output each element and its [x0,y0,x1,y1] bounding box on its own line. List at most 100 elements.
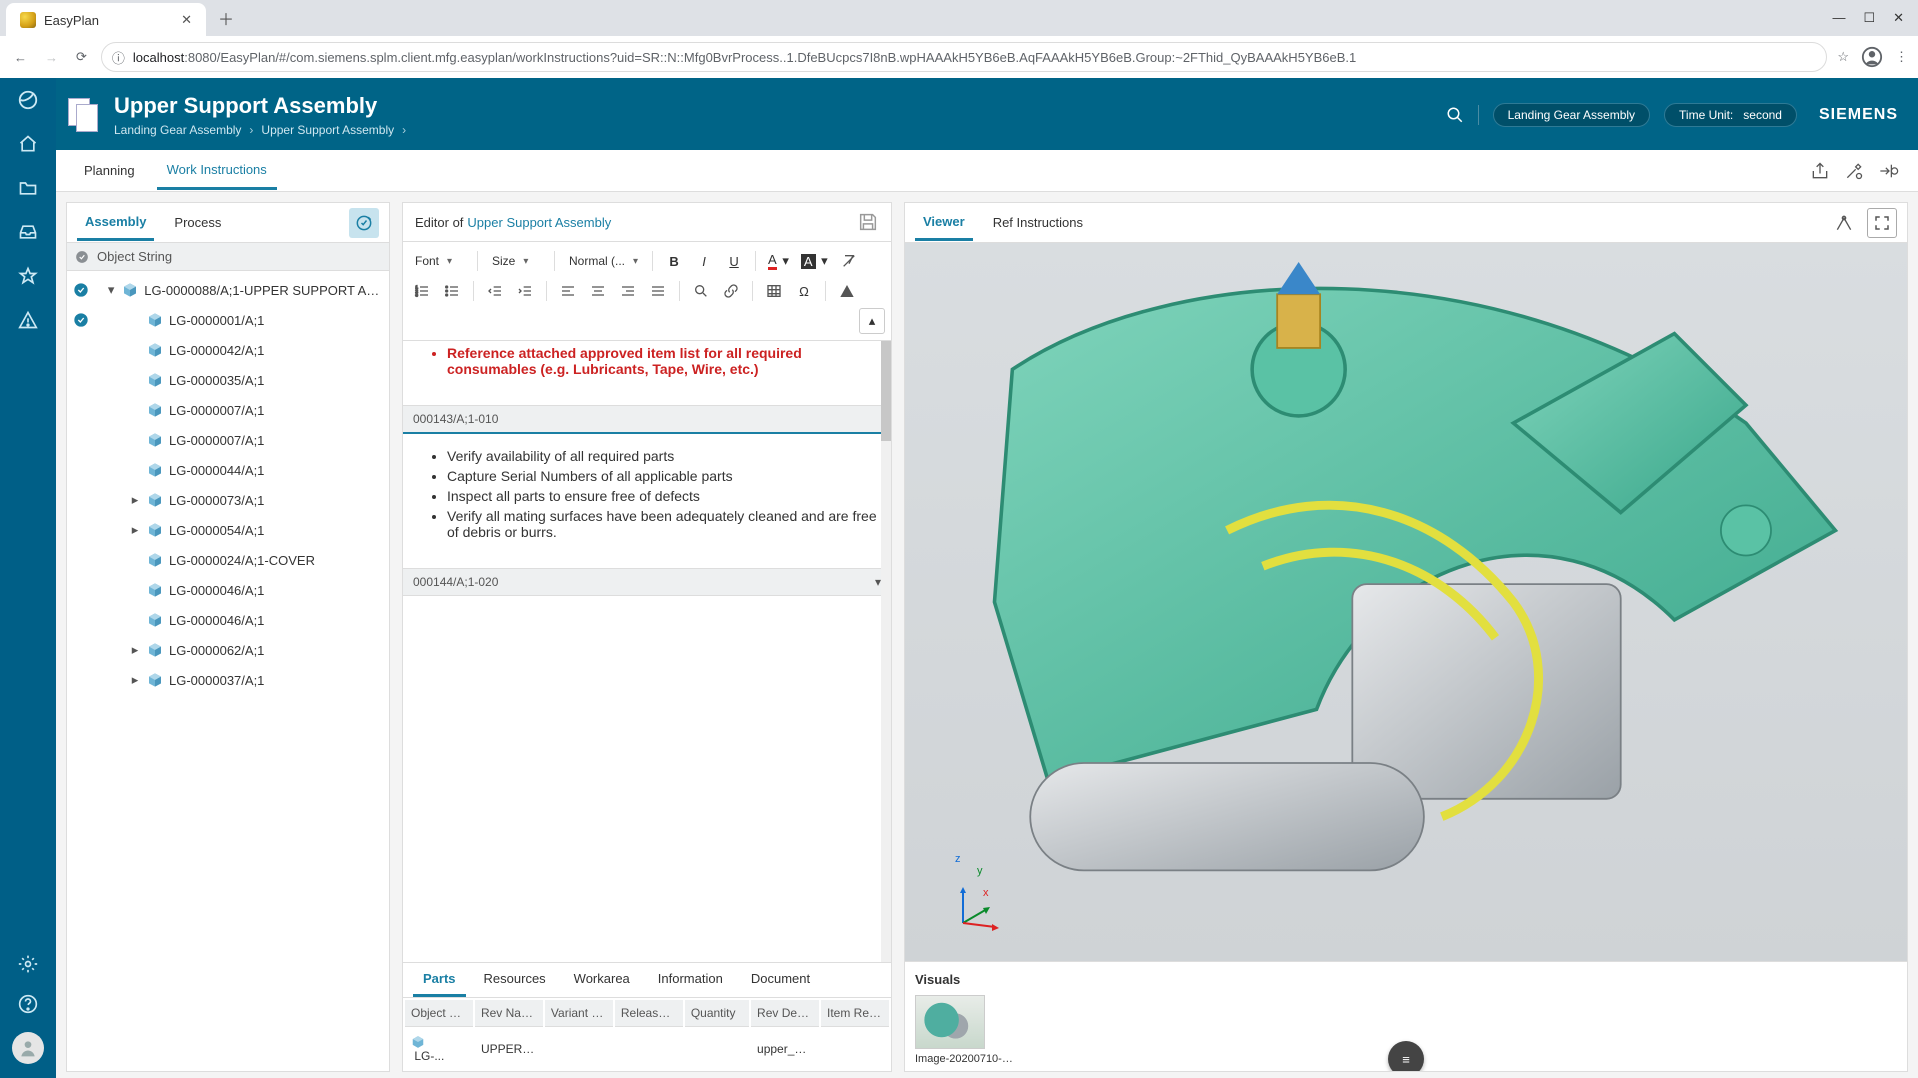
tree-row[interactable]: LG-0000035/A;1 [67,365,389,395]
warning-insert-button[interactable] [834,278,860,304]
tab-workarea[interactable]: Workarea [564,963,640,997]
align-justify-button[interactable] [645,278,671,304]
teamcenter-icon[interactable] [16,88,40,112]
column-header[interactable]: Object Str... [405,1000,473,1027]
home-icon[interactable] [16,132,40,156]
text-color-button[interactable]: A ▾ [764,248,793,274]
reload-icon[interactable]: ⟳ [72,45,91,69]
close-window-icon[interactable]: ✕ [1893,10,1904,26]
3d-viewer[interactable]: zyx [905,243,1907,961]
align-left-button[interactable] [555,278,581,304]
fullscreen-icon[interactable] [1867,208,1897,238]
tab-information[interactable]: Information [648,963,733,997]
search-icon[interactable] [1446,106,1464,124]
tab-document[interactable]: Document [741,963,820,997]
maximize-icon[interactable]: ☐ [1863,10,1875,26]
italic-button[interactable]: I [691,248,717,274]
column-header[interactable]: Release S... [615,1000,683,1027]
favorites-icon[interactable] [16,264,40,288]
column-header[interactable]: Rev Descr... [751,1000,819,1027]
tab-work-instructions[interactable]: Work Instructions [157,152,277,190]
share-icon[interactable] [1810,161,1830,181]
kebab-icon[interactable]: ⋮ [1895,49,1908,65]
close-icon[interactable]: ✕ [181,12,192,28]
settings-icon[interactable] [16,952,40,976]
folder-icon[interactable] [16,176,40,200]
tree[interactable]: ▾LG-0000088/A;1-UPPER SUPPORT ASSEMBLYLG… [67,271,389,1071]
chevron-right-icon[interactable]: ▸ [129,522,141,538]
tree-row[interactable]: LG-0000024/A;1-COVER [67,545,389,575]
table-button[interactable] [761,278,787,304]
align-right-button[interactable] [615,278,641,304]
link-button[interactable] [718,278,744,304]
tree-row[interactable]: ▸LG-0000073/A;1 [67,485,389,515]
breadcrumb-item[interactable]: Landing Gear Assembly [114,123,241,137]
tree-row[interactable]: LG-0000042/A;1 [67,335,389,365]
tree-row[interactable]: LG-0000007/A;1 [67,395,389,425]
tab-ref-instructions[interactable]: Ref Instructions [985,206,1091,239]
context-pill[interactable]: Landing Gear Assembly [1493,103,1650,127]
align-center-button[interactable] [585,278,611,304]
column-header[interactable]: Item Revi... [821,1000,889,1027]
chevron-right-icon[interactable]: ▸ [129,642,141,658]
tree-row[interactable]: LG-0000007/A;1 [67,425,389,455]
tree-row[interactable]: ▸LG-0000062/A;1 [67,635,389,665]
tab-planning[interactable]: Planning [74,153,145,188]
scrollbar-thumb[interactable] [881,341,891,441]
clear-format-button[interactable] [836,248,862,274]
paragraph-style-select[interactable]: Normal (... [563,250,644,272]
time-unit-pill[interactable]: Time Unit: second [1664,103,1797,127]
back-icon[interactable]: ← [10,46,31,69]
tree-row[interactable]: LG-0000046/A;1 [67,575,389,605]
address-bar[interactable]: ⓘ localhost:8080/EasyPlan/#/com.siemens.… [101,42,1827,72]
inbox-icon[interactable] [16,220,40,244]
column-header[interactable]: Quantity [685,1000,749,1027]
unordered-list-button[interactable] [439,278,465,304]
chevron-right-icon[interactable]: ▸ [129,672,141,688]
profile-icon[interactable] [1861,46,1883,68]
tree-view-toggle-icon[interactable] [349,208,379,238]
forward-icon[interactable]: → [41,46,62,69]
pin-icon[interactable] [1878,161,1900,181]
special-char-button[interactable]: Ω [791,278,817,304]
bold-button[interactable]: B [661,248,687,274]
tab-parts[interactable]: Parts [413,963,466,997]
column-header[interactable]: Rev Name [475,1000,543,1027]
step-header[interactable]: 000144/A;1-020 ▾ [403,568,891,596]
tree-row[interactable]: LG-0000001/A;1 [67,305,389,335]
star-icon[interactable]: ☆ [1837,49,1849,65]
minimize-icon[interactable]: — [1832,10,1845,26]
tree-row[interactable]: ▸LG-0000037/A;1 [67,665,389,695]
site-info-icon[interactable]: ⓘ [112,48,125,67]
outdent-button[interactable] [482,278,508,304]
user-avatar[interactable] [12,1032,44,1064]
chevron-down-icon[interactable]: ▾ [106,282,116,298]
tab-resources[interactable]: Resources [474,963,556,997]
tab-process[interactable]: Process [166,206,229,239]
column-header[interactable]: Variant C... [545,1000,613,1027]
viewer-tool-icon[interactable] [1829,208,1859,238]
indent-button[interactable] [512,278,538,304]
tab-viewer[interactable]: Viewer [915,205,973,241]
save-icon[interactable] [857,211,879,233]
font-select[interactable]: Font [409,250,469,272]
chevron-right-icon[interactable]: ▸ [129,492,141,508]
browser-tab[interactable]: EasyPlan ✕ [6,3,206,37]
underline-button[interactable]: U [721,248,747,274]
breadcrumb-item[interactable]: Upper Support Assembly [261,123,394,137]
configure-icon[interactable] [1844,161,1864,181]
help-icon[interactable] [16,992,40,1016]
floating-menu-button[interactable]: ≡ [1388,1041,1424,1072]
tree-row[interactable]: LG-0000046/A;1 [67,605,389,635]
collapse-toolbar-button[interactable]: ▴ [859,308,885,334]
highlight-color-button[interactable]: A ▾ [797,248,832,274]
tree-row[interactable]: ▸LG-0000054/A;1 [67,515,389,545]
tab-assembly[interactable]: Assembly [77,205,154,241]
tree-row[interactable]: ▾LG-0000088/A;1-UPPER SUPPORT ASSEMBLY [67,275,389,305]
tree-row[interactable]: LG-0000044/A;1 [67,455,389,485]
find-button[interactable] [688,278,714,304]
alerts-icon[interactable] [16,308,40,332]
editor-head-object-link[interactable]: Upper Support Assembly [467,215,611,230]
new-tab-button[interactable]: ＋ [218,6,234,30]
size-select[interactable]: Size [486,250,546,272]
